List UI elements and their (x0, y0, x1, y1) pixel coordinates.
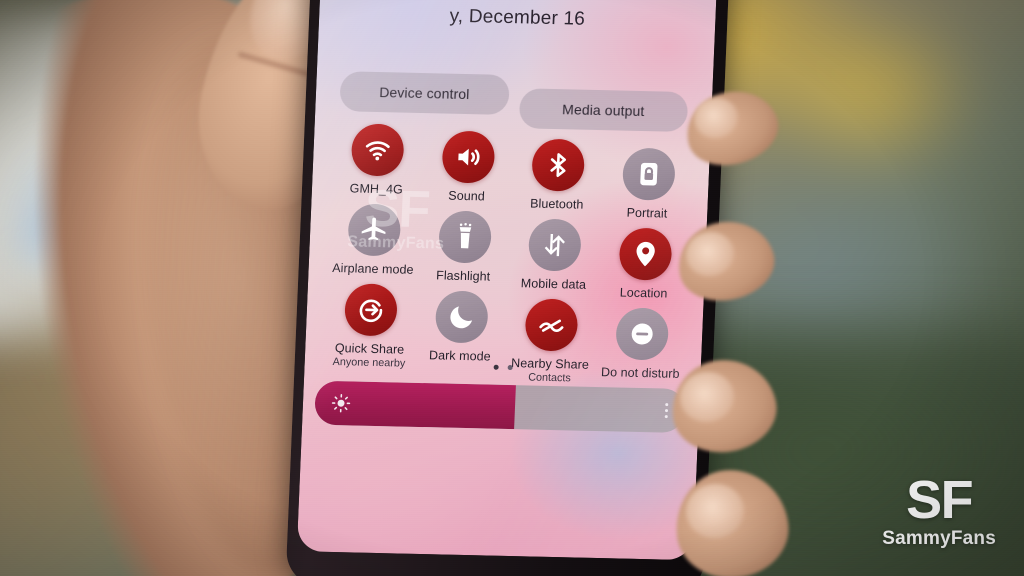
photo-grain (0, 0, 1024, 576)
photo-scene: y, December 16 Device control Media outp… (0, 0, 1024, 576)
